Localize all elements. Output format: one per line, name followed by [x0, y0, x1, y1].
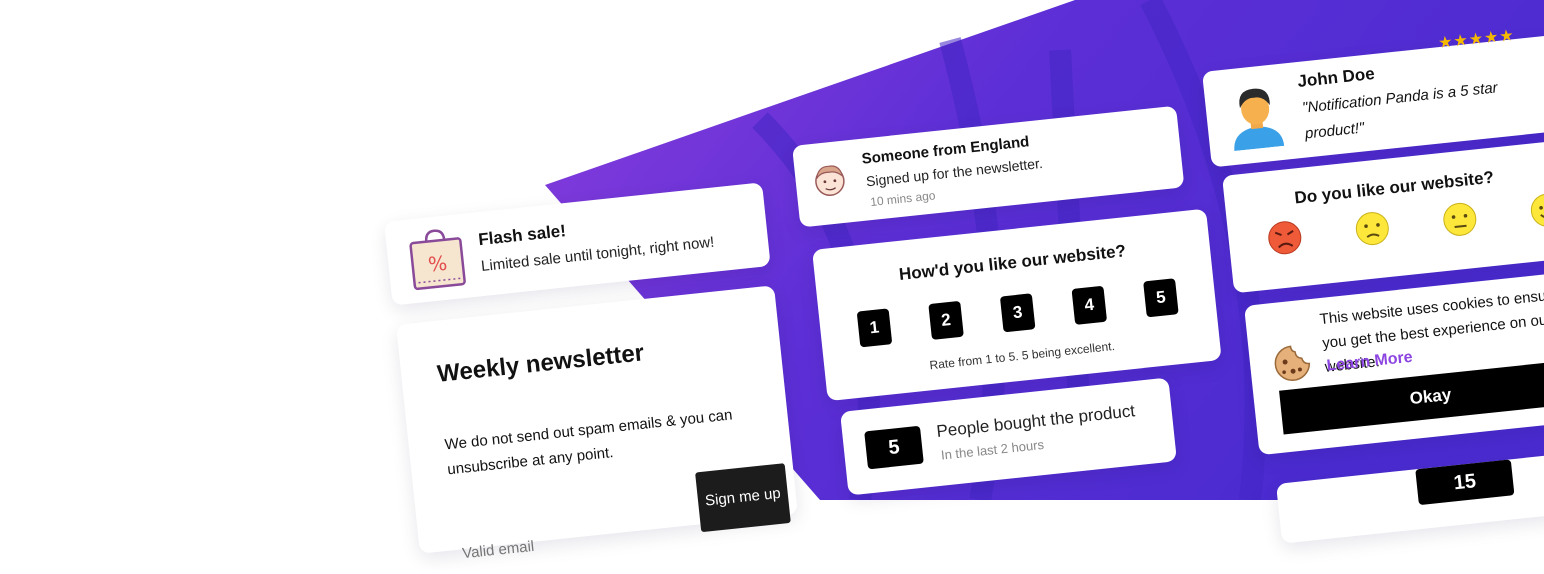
purchase-count: 5: [864, 425, 924, 470]
rating-option-1[interactable]: 1: [856, 308, 893, 348]
angry-face-icon[interactable]: [1265, 218, 1305, 258]
rating-option-2[interactable]: 2: [928, 300, 964, 340]
newsletter-title: Weekly newsletter: [435, 339, 646, 388]
rating-option-3[interactable]: 3: [999, 293, 1036, 333]
svg-text:%: %: [427, 251, 448, 277]
neutral-face-icon[interactable]: [1440, 200, 1480, 240]
purchase-text: People bought the product: [935, 401, 1136, 441]
signup-time: 10 mins ago: [869, 188, 937, 210]
email-field[interactable]: [458, 515, 675, 570]
flash-sale-title: Flash sale!: [477, 221, 567, 250]
happy-face-icon[interactable]: [1528, 190, 1544, 230]
user-avatar-icon: [1234, 88, 1285, 152]
newsletter-card: Weekly newsletter We do not send out spa…: [396, 285, 798, 570]
face-avatar-icon: [815, 165, 845, 196]
rating-option-4[interactable]: 4: [1071, 285, 1108, 325]
rating-option-5[interactable]: 5: [1143, 278, 1179, 318]
cookie-icon: [1274, 345, 1311, 381]
purchase-subtext: In the last 2 hours: [940, 436, 1045, 463]
reviewer-name: John Doe: [1296, 64, 1376, 92]
sign-me-up-button[interactable]: Sign me up: [695, 463, 791, 533]
shopping-bag-percent-icon: %: [409, 229, 466, 291]
sad-face-icon[interactable]: [1353, 209, 1393, 249]
